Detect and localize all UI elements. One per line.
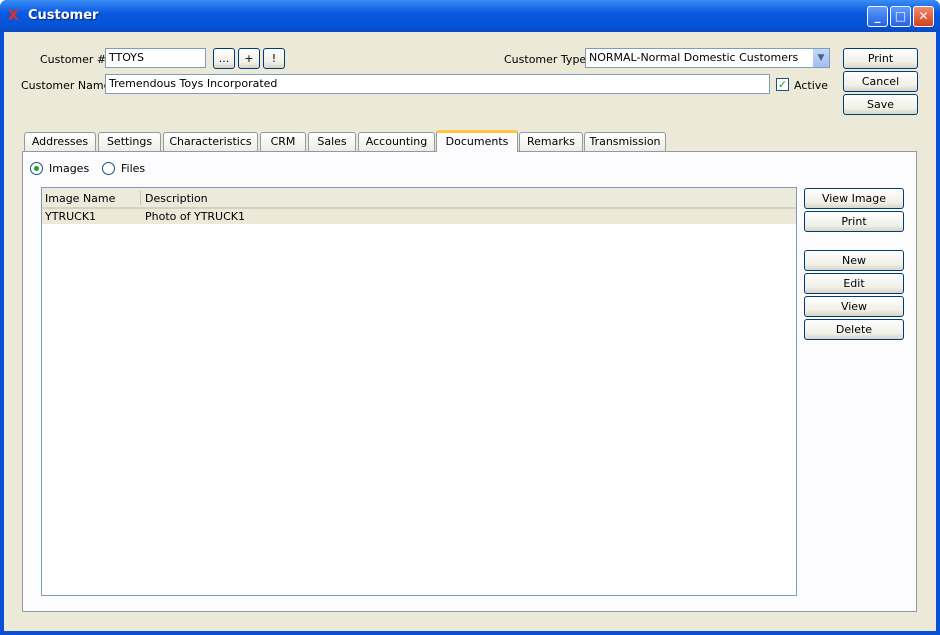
images-radio[interactable] xyxy=(30,162,43,175)
customer-window: X Customer _ □ ✕ Customer #: TTOYS ... +… xyxy=(0,0,940,635)
table-header: Image Name Description xyxy=(42,188,796,209)
cancel-button[interactable]: Cancel xyxy=(843,71,918,92)
title-bar: X Customer _ □ ✕ xyxy=(0,0,940,32)
chevron-down-icon[interactable]: ▼ xyxy=(813,49,829,67)
customer-name-label: Customer Name: xyxy=(21,79,115,92)
customer-lookup-button[interactable]: ... xyxy=(213,48,235,69)
alert-button[interactable]: ! xyxy=(263,48,285,69)
tab-sales[interactable]: Sales xyxy=(308,132,356,152)
edit-button[interactable]: Edit xyxy=(804,273,904,294)
close-button[interactable]: ✕ xyxy=(913,6,934,27)
active-label: Active xyxy=(794,79,829,92)
new-customer-button[interactable]: + xyxy=(238,48,260,69)
active-checkbox[interactable]: ✓ xyxy=(776,78,789,91)
tab-accounting[interactable]: Accounting xyxy=(358,132,435,152)
customer-type-value: NORMAL-Normal Domestic Customers xyxy=(589,51,799,64)
tab-remarks[interactable]: Remarks xyxy=(519,132,583,152)
customer-type-label: Customer Type: xyxy=(504,53,590,66)
window-client: Customer #: TTOYS ... + ! Customer Name:… xyxy=(4,32,936,631)
customer-number-label: Customer #: xyxy=(40,53,110,66)
view-button[interactable]: View xyxy=(804,296,904,317)
files-radio[interactable] xyxy=(102,162,115,175)
files-radio-label: Files xyxy=(121,162,146,175)
tab-characteristics[interactable]: Characteristics xyxy=(163,132,258,152)
documents-panel: Images Files Image Name Description YTRU… xyxy=(22,151,917,612)
save-button[interactable]: Save xyxy=(843,94,918,115)
app-logo-icon: X xyxy=(8,8,19,24)
view-image-button[interactable]: View Image xyxy=(804,188,904,209)
delete-button[interactable]: Delete xyxy=(804,319,904,340)
print-image-button[interactable]: Print xyxy=(804,211,904,232)
print-button[interactable]: Print xyxy=(843,48,918,69)
images-radio-label: Images xyxy=(49,162,90,175)
customer-name-input[interactable]: Tremendous Toys Incorporated xyxy=(105,74,770,94)
table-row[interactable]: YTRUCK1 Photo of YTRUCK1 xyxy=(42,209,796,224)
customer-number-input[interactable]: TTOYS xyxy=(105,48,206,68)
tab-crm[interactable]: CRM xyxy=(260,132,306,152)
column-image-name[interactable]: Image Name xyxy=(45,192,115,205)
tab-transmission[interactable]: Transmission xyxy=(584,132,666,152)
tab-addresses[interactable]: Addresses xyxy=(24,132,96,152)
cell-description: Photo of YTRUCK1 xyxy=(145,210,245,223)
minimize-button[interactable]: _ xyxy=(867,6,888,27)
maximize-button[interactable]: □ xyxy=(890,6,911,27)
new-button[interactable]: New xyxy=(804,250,904,271)
images-table[interactable]: Image Name Description YTRUCK1 Photo of … xyxy=(41,187,797,596)
tab-settings[interactable]: Settings xyxy=(98,132,161,152)
customer-type-select[interactable]: NORMAL-Normal Domestic Customers ▼ xyxy=(585,48,830,68)
cell-image-name: YTRUCK1 xyxy=(45,210,97,223)
tab-documents[interactable]: Documents xyxy=(436,130,518,152)
window-title: Customer xyxy=(28,8,99,23)
column-description[interactable]: Description xyxy=(145,192,208,205)
